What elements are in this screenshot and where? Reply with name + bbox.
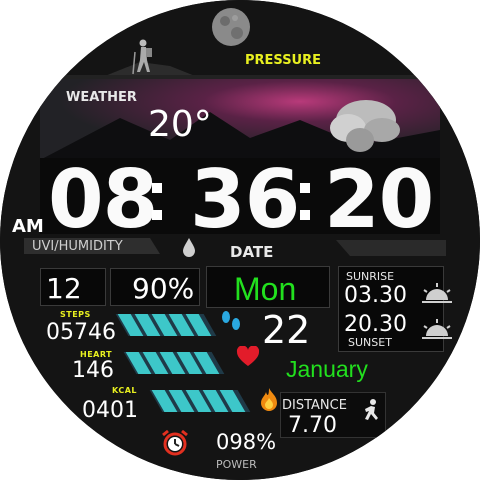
runner-icon xyxy=(365,399,378,420)
humidity-value: 90% xyxy=(132,272,195,305)
steps-value: 05746 xyxy=(46,320,116,345)
date-month: January xyxy=(286,356,368,382)
colon-dot xyxy=(152,210,162,220)
date-day-num: 22 xyxy=(262,308,311,352)
heart-bar xyxy=(123,350,225,376)
alarm-icon[interactable] xyxy=(160,428,190,458)
power-label: POWER xyxy=(216,458,257,471)
heart-value: 146 xyxy=(72,358,114,383)
sunrise-value: 03.30 xyxy=(344,283,407,308)
steps-bar xyxy=(115,312,217,338)
date-header-bg xyxy=(336,240,446,256)
uv-value: 12 xyxy=(46,272,82,305)
power-value: 098% xyxy=(216,430,277,454)
sunset-label: SUNSET xyxy=(348,336,392,349)
date-label: DATE xyxy=(230,243,274,261)
time-seconds: 20 xyxy=(324,153,434,246)
colon-dot xyxy=(300,183,310,193)
cloud-icon xyxy=(330,100,400,152)
weather-temp: 20° xyxy=(148,104,212,145)
sunrise-label: SUNRISE xyxy=(346,270,395,283)
distance-value: 7.70 xyxy=(288,413,337,438)
drop-icon xyxy=(183,238,195,257)
heart-icon xyxy=(236,346,260,366)
sunrise-icon xyxy=(422,283,452,303)
sunset-icon xyxy=(422,319,452,339)
kcal-bar xyxy=(149,388,251,414)
uvi-label: UVI/HUMIDITY xyxy=(32,239,123,254)
time-hours: 08 xyxy=(48,153,158,246)
steps-label: STEPS xyxy=(60,310,91,319)
footsteps-icon xyxy=(222,311,240,330)
steps-bar-track xyxy=(115,314,217,336)
date-day: Mon xyxy=(234,271,297,307)
pressure-label: PRESSURE xyxy=(245,53,322,68)
time-minutes: 36 xyxy=(190,153,300,246)
hiker-icon xyxy=(132,39,152,75)
weather-label: WEATHER xyxy=(66,90,137,105)
ampm-indicator: AM xyxy=(12,216,44,237)
flame-icon xyxy=(261,388,277,411)
heart-bar-track xyxy=(123,352,225,374)
sunset-value: 20.30 xyxy=(344,312,407,337)
colon-dot xyxy=(152,183,162,193)
moon-icon xyxy=(212,8,250,46)
watch-face: PRESSURE WEATHER 20° 08 36 20 AM UVI/HUM… xyxy=(0,0,480,480)
distance-label: DISTANCE xyxy=(282,398,347,413)
kcal-value: 0401 xyxy=(82,398,138,423)
kcal-bar-track xyxy=(149,390,251,412)
kcal-label: KCAL xyxy=(112,386,137,395)
colon-dot xyxy=(300,210,310,220)
